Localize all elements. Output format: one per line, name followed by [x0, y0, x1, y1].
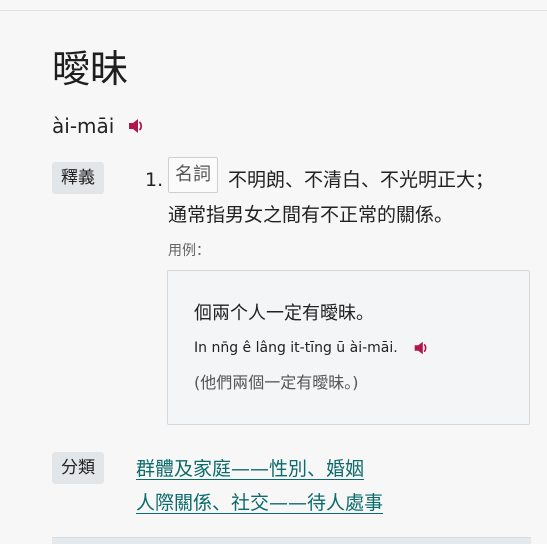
pronunciation-row: ài-māi [52, 113, 146, 139]
category-section-label: 分類 [52, 452, 104, 484]
pronunciation: ài-māi [52, 114, 115, 138]
example-romanization-row: In nn̄g ê lâng it-tīng ū ài-māi. [194, 337, 430, 359]
example-translation: (他們兩個一定有曖昧。) [194, 373, 359, 392]
dictionary-entry-page: 曖昧 ài-māi 釋義 1. 名詞 不明朗、不清白、不光明正大； 通常指男女之… [0, 0, 547, 544]
category-link-social-relations[interactable]: 人際關係、社交——待人處事 [136, 490, 383, 516]
example-hanzi: 佪兩个人一定有曖昧。 [194, 303, 374, 324]
next-section-edge [52, 537, 531, 544]
top-divider [0, 10, 547, 11]
speaker-icon[interactable] [126, 116, 146, 136]
category-link-family-gender[interactable]: 群體及家庭——性別、婚姻 [136, 456, 364, 482]
definition-section-label: 釋義 [52, 162, 104, 194]
definition-number: 1. [145, 169, 164, 191]
speaker-icon[interactable] [412, 339, 430, 357]
example-romanization: In nn̄g ê lâng it-tīng ū ài-māi. [194, 340, 398, 356]
example-box: 佪兩个人一定有曖昧。 In nn̄g ê lâng it-tīng ū ài-m… [167, 270, 530, 425]
definition-text-line-1: 不明朗、不清白、不光明正大； [228, 169, 495, 191]
headword: 曖昧 [52, 47, 129, 91]
definition-text-line-2: 通常指男女之間有不正常的關係。 [168, 204, 454, 226]
example-label: 用例： [168, 243, 210, 259]
part-of-speech-badge: 名詞 [168, 157, 218, 193]
